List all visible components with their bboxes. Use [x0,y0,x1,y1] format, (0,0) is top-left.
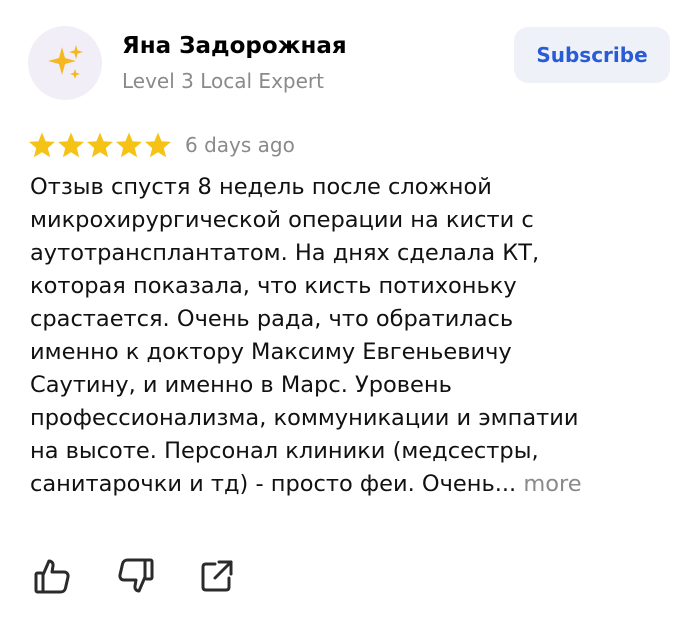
star-rating [28,131,173,159]
sparkles-icon [48,45,83,79]
star-icon [87,132,113,158]
review-line: на высоте. Персонал клиники (медсестры, [30,438,539,464]
star-icon [145,132,171,158]
review-line: санитарочки и тд) - просто феи. Очень... [30,471,517,497]
share-icon[interactable] [197,556,237,596]
review-line: которая показала, что кисть потихоньку [30,273,517,299]
star-icon [58,132,84,158]
star-icon [29,132,55,158]
author-level: Level 3 Local Expert [122,69,324,93]
review-last-line: санитарочки и тд) - просто феи. Очень...… [30,468,680,501]
rating-row: 6 days ago [28,128,295,162]
review-text: Отзыв спустя 8 недель после сложной микр… [30,171,680,501]
star-icon [116,132,142,158]
review-line: Отзыв спустя 8 недель после сложной [30,174,492,200]
review-date: 6 days ago [185,133,295,157]
subscribe-button[interactable]: Subscribe [514,27,670,83]
avatar[interactable] [28,26,102,100]
author-name[interactable]: Яна Задорожная [122,30,347,62]
thumbs-down-icon[interactable] [115,556,155,596]
review-line: Саутину, и именно в Марс. Уровень [30,372,452,398]
review-line: аутотрансплантатом. На днях сделала КТ, [30,240,540,266]
review-line: профессионализма, коммуникации и эмпатии [30,405,579,431]
review-line: именно к доктору Максиму Евгеньевичу [30,339,512,365]
review-actions [33,556,279,596]
thumbs-up-icon[interactable] [33,556,73,596]
review-card: Яна Задорожная Level 3 Local Expert Subs… [0,0,700,617]
more-link[interactable]: more [523,471,581,497]
review-line: срастается. Очень рада, что обратилась [30,306,514,332]
review-line: микрохирургической операции на кисти с [30,207,534,233]
